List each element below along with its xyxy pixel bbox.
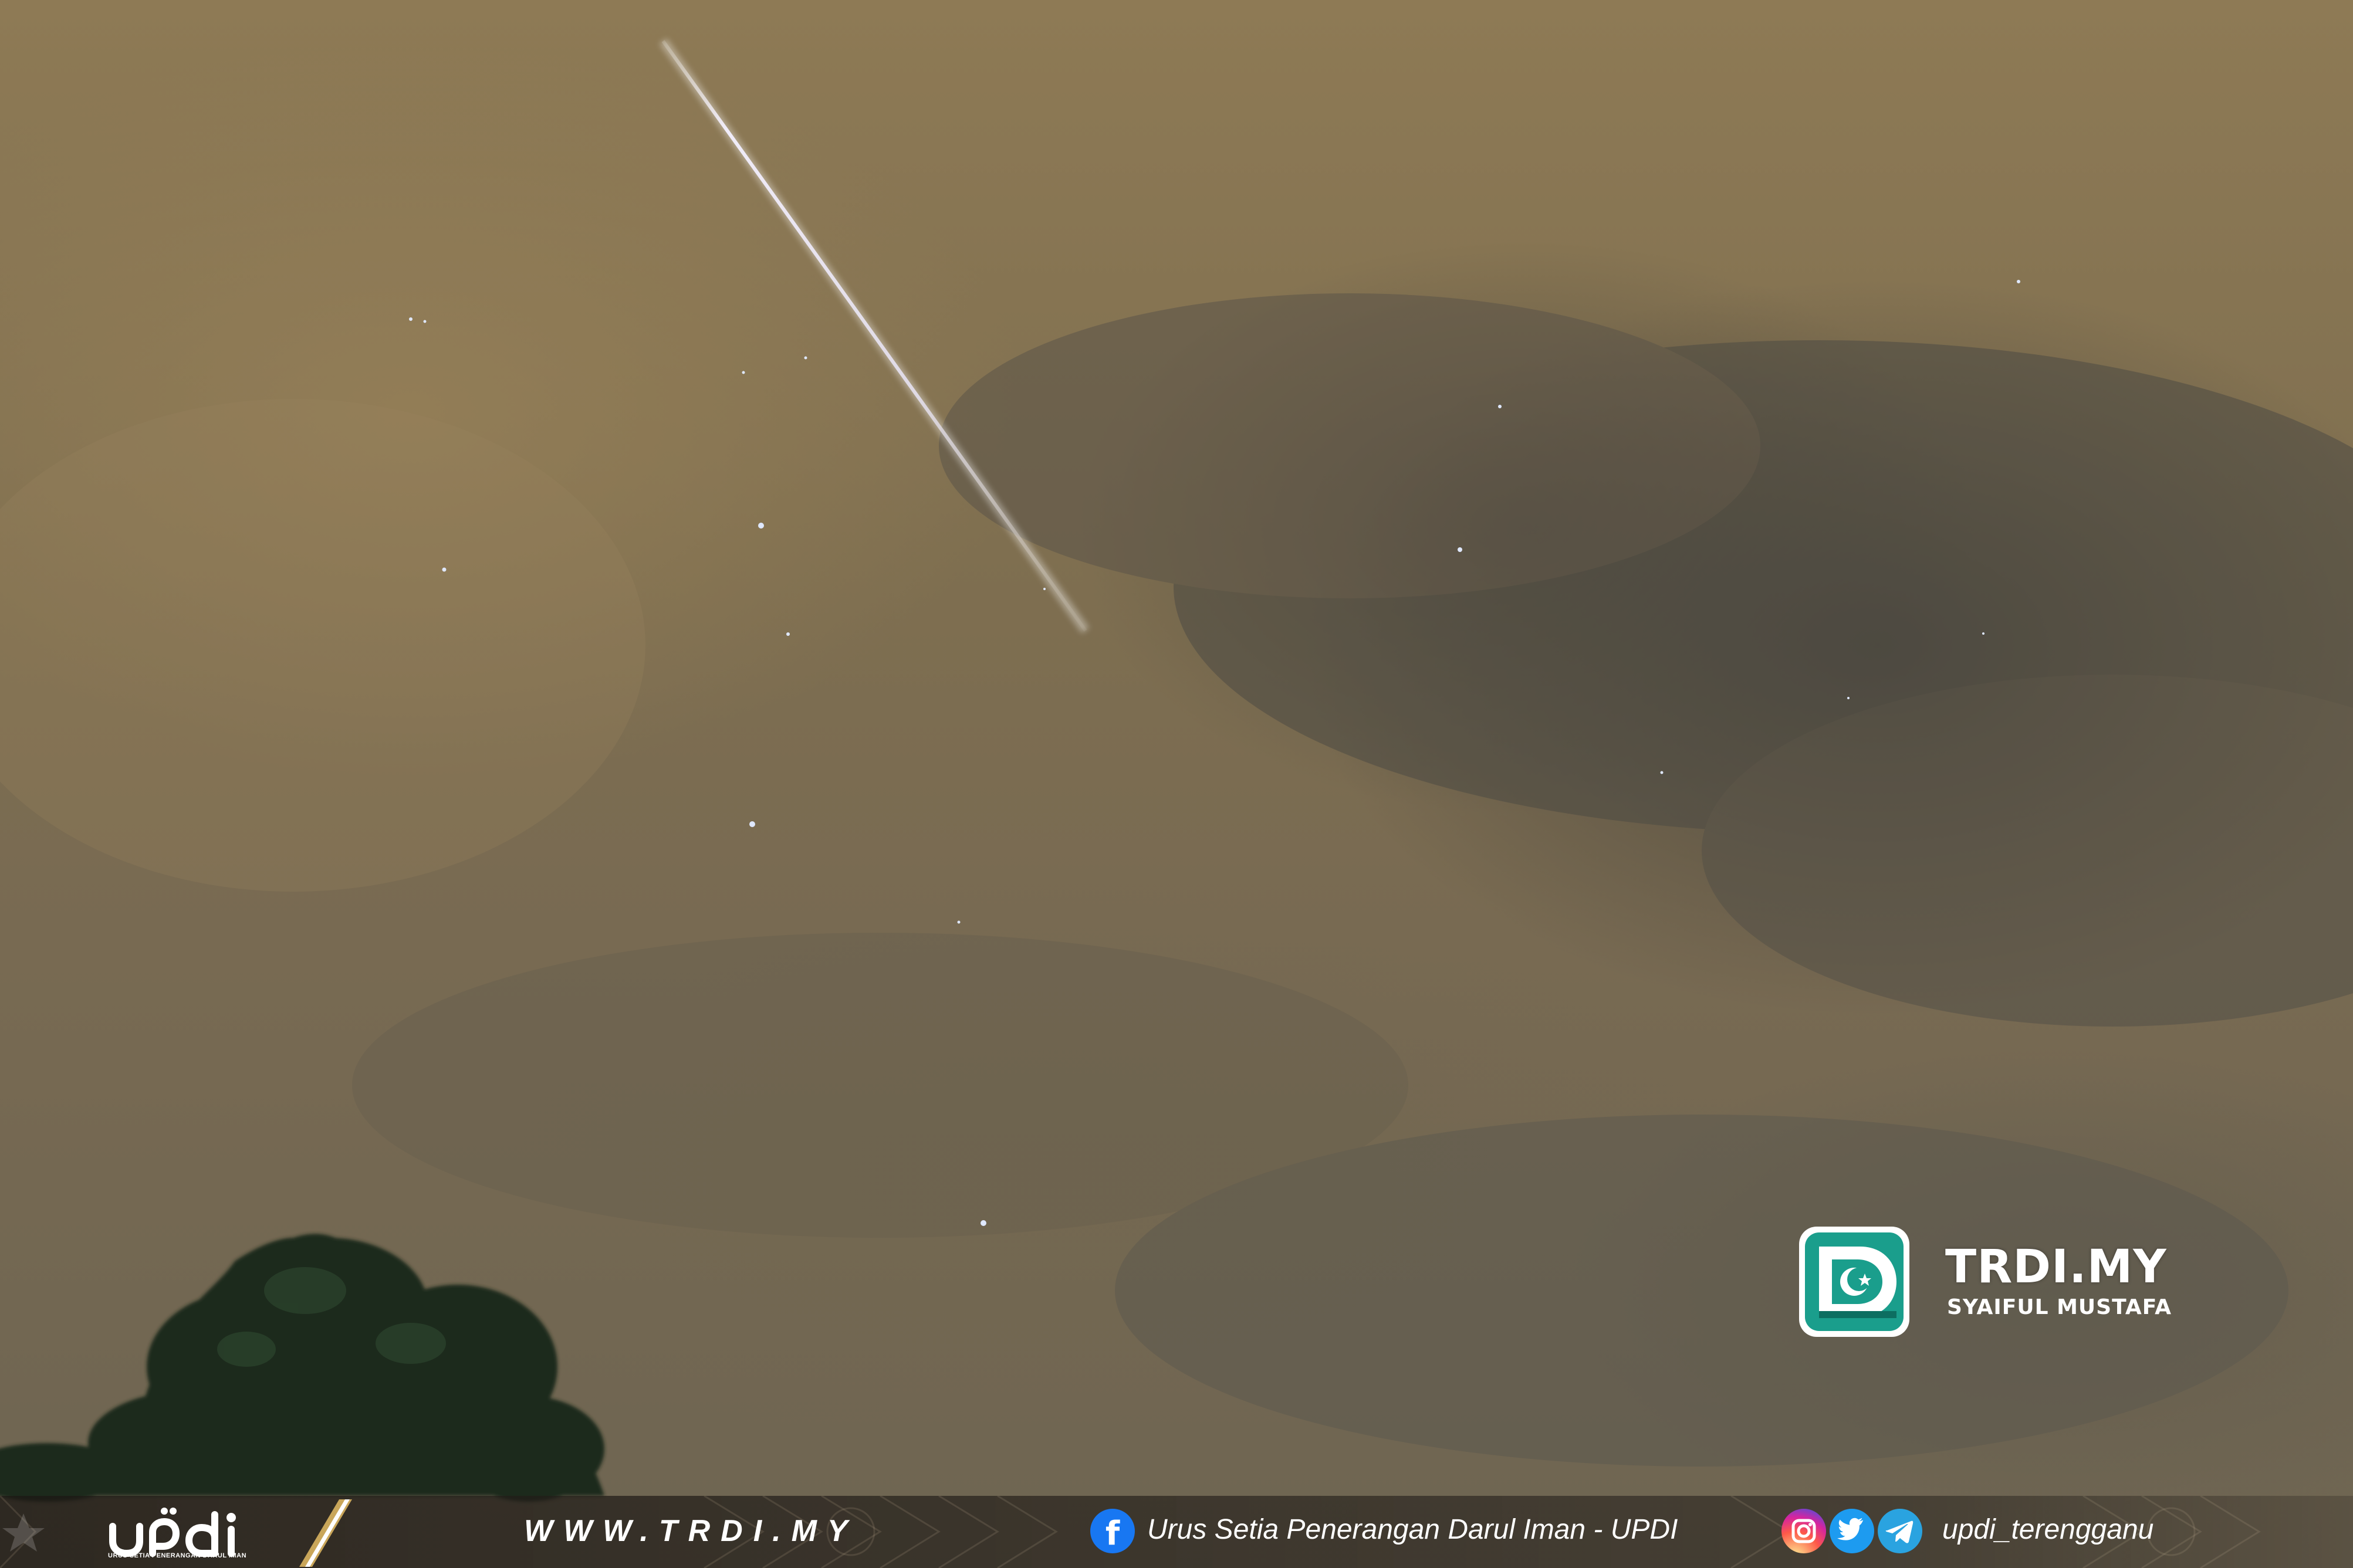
meteor-streak [659,38,1090,634]
footer-bar: URUS SETIA PENERANGAN DARUL IMAN WWW.TRD… [0,1496,2353,1568]
trdi-logo-icon [1799,1227,1909,1337]
telegram-icon[interactable] [1878,1509,1922,1553]
facebook-icon[interactable]: f [1090,1509,1135,1553]
facebook-page-label[interactable]: Urus Setia Penerangan Darul Iman - UPDI [1147,1513,1678,1546]
divider-slash [299,1499,352,1567]
social-handle[interactable]: updi_terengganu [1942,1513,2153,1546]
trdi-title: TRDI.MY [1945,1241,2167,1293]
photo-scene: TRDI.MY SYAIFUL MUSTAFA URUS SETIA PENER… [0,0,2353,1568]
instagram-icon[interactable] [1781,1509,1826,1553]
twitter-icon[interactable] [1830,1509,1874,1553]
updi-caption: URUS SETIA PENERANGAN DARUL IMAN [108,1552,247,1559]
website-link[interactable]: WWW.TRDI.MY [524,1513,858,1549]
trdi-watermark: TRDI.MY SYAIFUL MUSTAFA [1796,1223,2242,1340]
photographer-credit: SYAIFUL MUSTAFA [1947,1295,2172,1319]
